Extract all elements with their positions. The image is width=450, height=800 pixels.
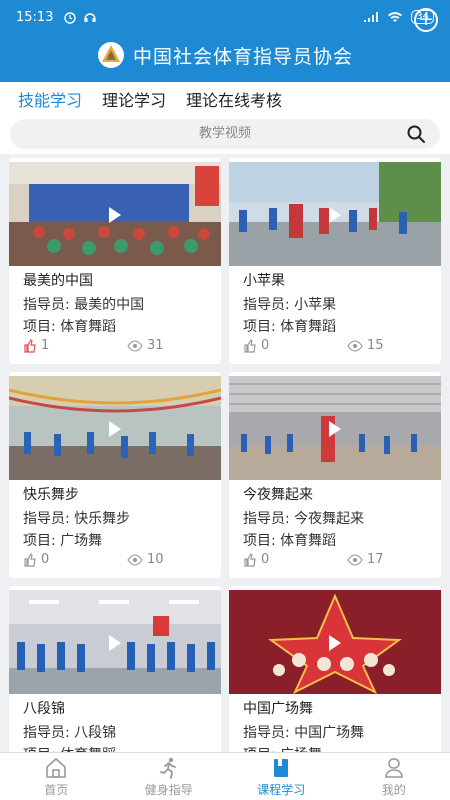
eye-icon <box>347 553 363 566</box>
video-project: 项目: 广场舞 <box>243 744 322 752</box>
like-count: 1 <box>41 338 50 353</box>
headset-icon <box>84 13 97 22</box>
eye-icon <box>127 553 143 566</box>
status-bar: 15:13 34 <box>0 0 450 34</box>
plus-icon: + <box>418 9 434 30</box>
app-title: 中国社会体育指导员协会 <box>132 45 353 68</box>
nav-course-learning[interactable]: 课程学习 <box>225 753 338 800</box>
view-count: 17 <box>367 552 384 567</box>
video-instructor: 指导员: 八段锦 <box>23 725 117 741</box>
signal-icon <box>364 12 379 22</box>
view-count: 10 <box>147 552 164 567</box>
video-title: 中国广场舞 <box>243 701 313 717</box>
eye-icon <box>127 339 143 352</box>
video-title: 最美的中国 <box>23 273 93 289</box>
nav-fitness-guide[interactable]: 健身指导 <box>113 753 226 800</box>
nav-course-learning-label: 课程学习 <box>257 782 306 797</box>
play-icon[interactable] <box>329 635 341 651</box>
video-stats: 1 31 <box>23 338 213 356</box>
wifi-icon <box>388 12 403 22</box>
play-icon[interactable] <box>329 421 341 437</box>
video-project: 项目: 广场舞 <box>23 533 103 549</box>
video-card[interactable]: 最美的中国 指导员: 最美的中国 项目: 体育舞蹈 1 31 <box>9 158 221 364</box>
video-project: 项目: 体育舞蹈 <box>23 319 117 335</box>
video-instructor: 指导员: 最美的中国 <box>23 297 145 313</box>
like-count: 0 <box>261 338 270 353</box>
tab-online-exam[interactable]: 理论在线考核 <box>186 87 282 111</box>
video-project: 项目: 体育舞蹈 <box>23 744 116 752</box>
video-thumbnail[interactable] <box>9 162 221 266</box>
nav-fitness-guide-label: 健身指导 <box>144 782 193 797</box>
tab-theory-learning[interactable]: 理论学习 <box>102 87 166 111</box>
video-title: 八段锦 <box>23 701 65 717</box>
video-title: 小苹果 <box>243 273 285 289</box>
search-input[interactable]: 教学视频 <box>10 119 440 149</box>
thumbs-up-icon <box>24 552 36 567</box>
like-count: 0 <box>41 552 50 567</box>
video-card[interactable]: 八段锦 指导员: 八段锦 项目: 体育舞蹈 <box>9 586 221 752</box>
user-icon <box>384 757 403 778</box>
video-thumbnail[interactable] <box>229 376 441 480</box>
status-time: 15:13 <box>16 9 54 25</box>
video-card[interactable]: 快乐舞步 指导员: 快乐舞步 项目: 广场舞 0 10 <box>9 372 221 578</box>
video-instructor: 指导员: 中国广场舞 <box>243 725 365 741</box>
video-thumbnail[interactable] <box>229 162 441 266</box>
thumbs-up-icon <box>244 552 256 567</box>
play-icon[interactable] <box>109 207 121 223</box>
video-stats: 0 10 <box>23 552 213 570</box>
nav-home-label: 首页 <box>44 782 69 797</box>
search-icon[interactable] <box>406 124 426 144</box>
tab-bar: 技能学习 理论学习 理论在线考核 <box>0 82 450 116</box>
like-count: 0 <box>261 552 270 567</box>
video-instructor: 指导员: 今夜舞起来 <box>243 511 365 527</box>
book-icon <box>274 758 289 777</box>
like-button[interactable]: 1 <box>23 338 49 353</box>
thumbs-up-icon <box>244 338 256 353</box>
video-stats: 0 15 <box>243 338 433 356</box>
video-card[interactable]: 小苹果 指导员: 小苹果 项目: 体育舞蹈 0 15 <box>229 158 441 364</box>
eye-icon <box>347 339 363 352</box>
like-button[interactable]: 0 <box>243 338 269 353</box>
video-project: 项目: 体育舞蹈 <box>243 533 337 549</box>
video-instructor: 指导员: 小苹果 <box>243 297 337 313</box>
video-card[interactable]: 中国广场舞 指导员: 中国广场舞 项目: 广场舞 <box>229 586 441 752</box>
play-icon[interactable] <box>109 635 121 651</box>
home-icon <box>46 757 67 778</box>
thumbs-up-icon <box>24 338 36 353</box>
video-project: 项目: 体育舞蹈 <box>243 319 337 335</box>
video-instructor: 指导员: 快乐舞步 <box>23 511 131 527</box>
video-stats: 0 17 <box>243 552 433 570</box>
view-count-group: 17 <box>347 552 384 567</box>
app-header: 15:13 34 中国社会体育指导员协会 + <box>0 0 450 82</box>
status-icons <box>63 10 97 24</box>
play-icon[interactable] <box>109 421 121 437</box>
add-button[interactable]: + <box>414 8 438 32</box>
video-title: 快乐舞步 <box>23 487 79 503</box>
nav-home[interactable]: 首页 <box>0 753 113 800</box>
logo-icon <box>97 42 124 68</box>
view-count-group: 31 <box>127 338 164 353</box>
view-count: 31 <box>147 338 164 353</box>
like-button[interactable]: 0 <box>23 552 49 567</box>
tab-skill-learning[interactable]: 技能学习 <box>18 87 82 111</box>
video-thumbnail[interactable] <box>229 590 441 694</box>
bottom-nav: 首页 健身指导 课程学习 我的 <box>0 752 450 800</box>
alarm-icon <box>64 12 77 24</box>
view-count-group: 10 <box>127 552 164 567</box>
nav-profile[interactable]: 我的 <box>338 753 450 800</box>
view-count-group: 15 <box>347 338 384 353</box>
video-card[interactable]: 今夜舞起来 指导员: 今夜舞起来 项目: 体育舞蹈 0 17 <box>229 372 441 578</box>
nav-profile-label: 我的 <box>381 782 406 797</box>
video-thumbnail[interactable] <box>9 590 221 694</box>
view-count: 15 <box>367 338 384 353</box>
runner-icon <box>159 757 176 779</box>
like-button[interactable]: 0 <box>243 552 269 567</box>
play-icon[interactable] <box>329 207 341 223</box>
search-placeholder: 教学视频 <box>198 126 251 141</box>
video-grid: 最美的中国 指导员: 最美的中国 项目: 体育舞蹈 1 31 小苹果 指导员: … <box>0 154 450 752</box>
video-thumbnail[interactable] <box>9 376 221 480</box>
search-bar: 教学视频 <box>0 116 450 154</box>
video-title: 今夜舞起来 <box>243 487 313 503</box>
title-row: 中国社会体育指导员协会 <box>0 34 450 76</box>
